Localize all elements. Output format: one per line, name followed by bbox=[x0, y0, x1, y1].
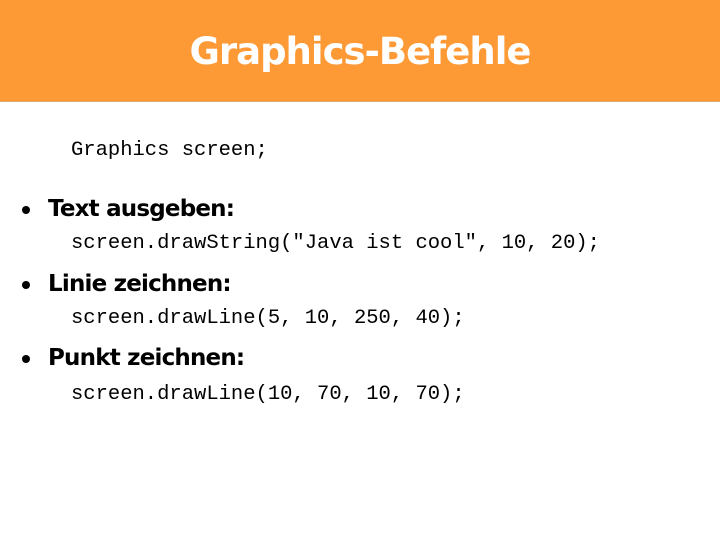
slide-header: Graphics-Befehle bbox=[0, 0, 720, 102]
bullet-code-line: screen.drawLine(10, 70, 10, 70); bbox=[71, 383, 465, 406]
bullet-code-line: screen.drawLine(5, 10, 250, 40); bbox=[71, 307, 465, 330]
bullet-label: Punkt zeichnen: bbox=[48, 345, 245, 371]
bullet-item: Text ausgeben: bbox=[22, 193, 235, 225]
intro-code-line: Graphics screen; bbox=[71, 139, 268, 162]
bullet-item: Punkt zeichnen: bbox=[22, 342, 245, 374]
bullet-code-line: screen.drawString("Java ist cool", 10, 2… bbox=[71, 232, 600, 255]
bullet-dot-icon bbox=[22, 206, 30, 214]
bullet-dot-icon bbox=[22, 355, 30, 363]
slide-title: Graphics-Befehle bbox=[189, 30, 531, 73]
bullet-item: Linie zeichnen: bbox=[22, 268, 232, 300]
bullet-label: Linie zeichnen: bbox=[48, 271, 232, 297]
bullet-label: Text ausgeben: bbox=[48, 196, 235, 222]
bullet-dot-icon bbox=[22, 281, 30, 289]
